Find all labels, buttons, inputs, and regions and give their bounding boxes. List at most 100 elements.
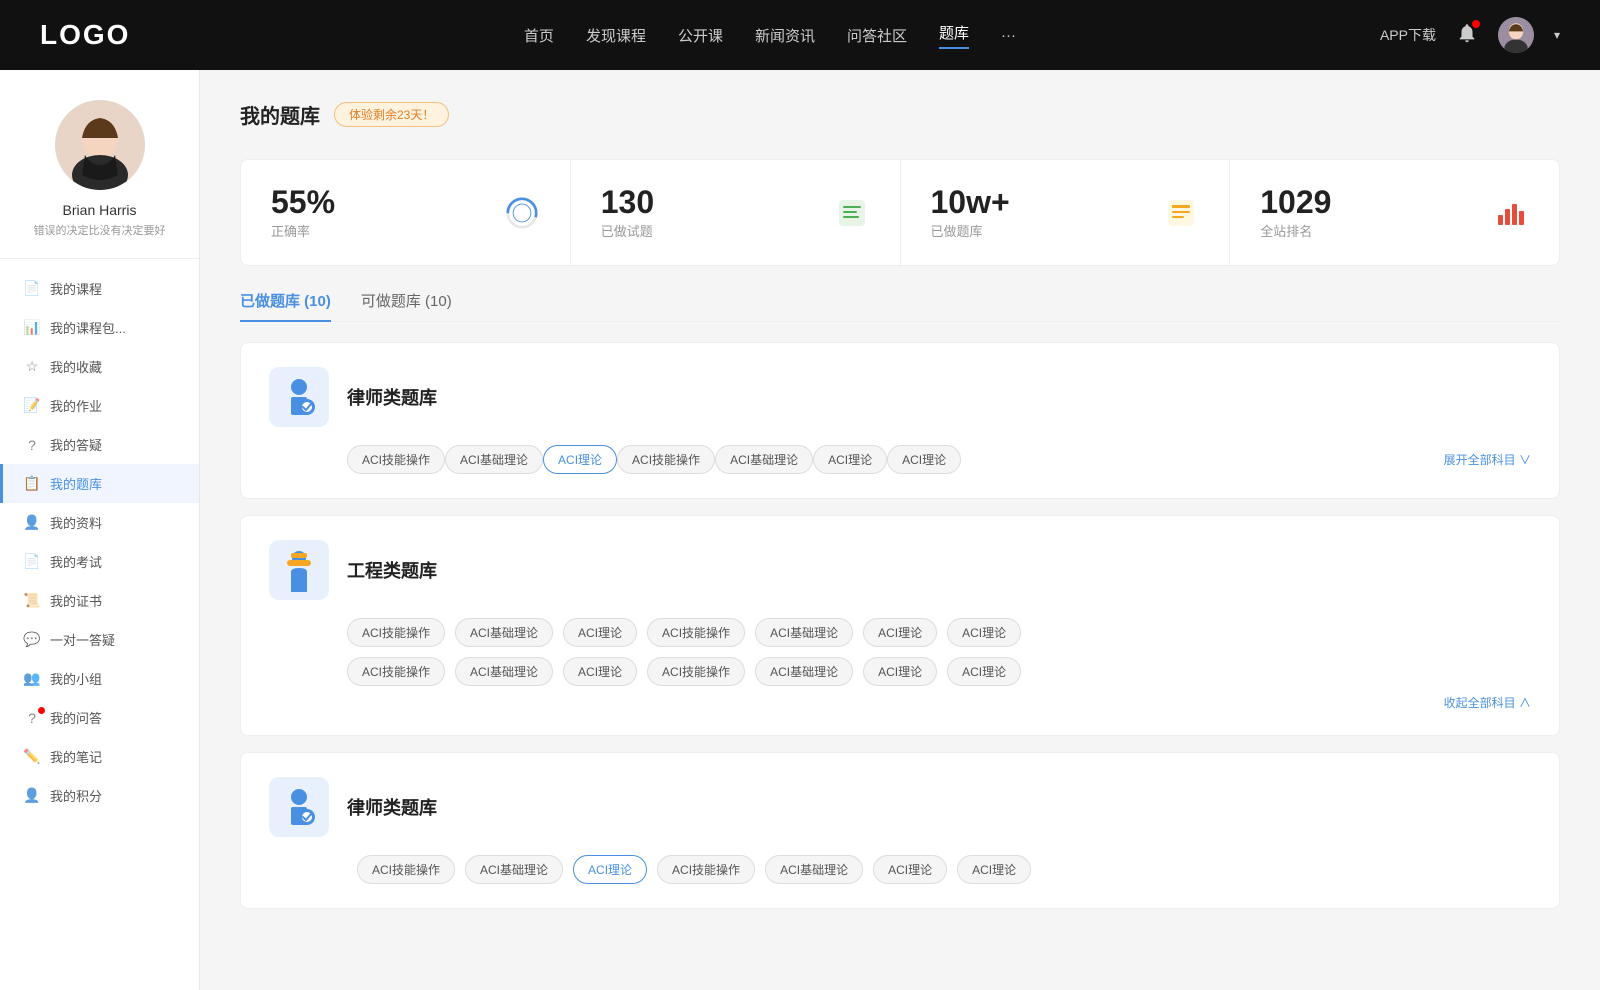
tag-4[interactable]: ACI基础理论: [715, 445, 813, 474]
eng-tag2-3[interactable]: ACI技能操作: [647, 657, 745, 686]
sidebar-profile: Brian Harris 错误的决定比没有决定要好: [0, 100, 199, 259]
packages-icon: 📊: [24, 320, 40, 336]
qbank-card-lawyer-1: 律师类题库 ACI技能操作 ACI基础理论 ACI理论 ACI技能操作 ACI基…: [240, 342, 1560, 499]
stat-accuracy-label: 正确率: [271, 224, 310, 239]
qbank-lawyer-1-tags-row: ACI技能操作 ACI基础理论 ACI理论 ACI技能操作 ACI基础理论 AC…: [269, 445, 1531, 474]
collapse-row: 收起全部科目 ∧: [269, 694, 1531, 711]
qbank-engineer-tags-row1: ACI技能操作 ACI基础理论 ACI理论 ACI技能操作 ACI基础理论 AC…: [347, 618, 1531, 647]
navbar: LOGO 首页 发现课程 公开课 新闻资讯 问答社区 题库 ··· APP下载 …: [0, 0, 1600, 70]
sidebar-label-packages: 我的课程包...: [50, 318, 126, 337]
sidebar-label-notes: 我的笔记: [50, 747, 102, 766]
accuracy-icon: [504, 195, 540, 231]
tag-2-active[interactable]: ACI理论: [543, 445, 617, 474]
nav-home[interactable]: 首页: [524, 25, 554, 46]
profile-name: Brian Harris: [63, 202, 137, 218]
user-avatar[interactable]: [1498, 17, 1534, 53]
profile-icon: 👤: [24, 515, 40, 531]
sidebar-label-courses: 我的课程: [50, 279, 102, 298]
sidebar-item-cert[interactable]: 📜 我的证书: [0, 581, 199, 620]
eng-tag-0[interactable]: ACI技能操作: [347, 618, 445, 647]
main-content: 我的题库 体验剩余23天！ 55% 正确率: [200, 70, 1600, 990]
user-menu-chevron[interactable]: ▾: [1554, 28, 1560, 42]
law2-tag-5[interactable]: ACI理论: [873, 855, 947, 884]
sidebar-item-group[interactable]: 👥 我的小组: [0, 659, 199, 698]
law2-tag-3[interactable]: ACI技能操作: [657, 855, 755, 884]
sidebar-item-myqa[interactable]: ? 我的问答: [0, 698, 199, 737]
eng-tag2-2[interactable]: ACI理论: [563, 657, 637, 686]
collapse-link[interactable]: 收起全部科目 ∧: [1444, 694, 1531, 711]
stat-done-banks: 10w+ 已做题库: [901, 160, 1231, 265]
homework-icon: 📝: [24, 398, 40, 414]
trial-badge: 体验剩余23天！: [334, 102, 449, 127]
sidebar-label-cert: 我的证书: [50, 591, 102, 610]
nav-discover[interactable]: 发现课程: [586, 25, 646, 46]
group-icon: 👥: [24, 671, 40, 687]
law2-tag-1[interactable]: ACI基础理论: [465, 855, 563, 884]
tag-6[interactable]: ACI理论: [887, 445, 961, 474]
tag-5[interactable]: ACI理论: [813, 445, 887, 474]
sidebar-item-profile[interactable]: 👤 我的资料: [0, 503, 199, 542]
tag-0[interactable]: ACI技能操作: [347, 445, 445, 474]
tab-available[interactable]: 可做题库 (10): [361, 290, 452, 321]
qbank-engineer-tags-row2: ACI技能操作 ACI基础理论 ACI理论 ACI技能操作 ACI基础理论 AC…: [347, 657, 1531, 686]
exam-icon: 📄: [24, 554, 40, 570]
law2-tag-6[interactable]: ACI理论: [957, 855, 1031, 884]
sidebar-label-quizbank: 我的题库: [50, 474, 102, 493]
sidebar-label-questions: 我的答疑: [50, 435, 102, 454]
stat-done-questions-value: 130: [601, 184, 654, 221]
stat-done-banks-value: 10w+: [931, 184, 1010, 221]
law2-tag-0[interactable]: ACI技能操作: [357, 855, 455, 884]
qbank-engineer-title: 工程类题库: [347, 557, 437, 583]
nav-news[interactable]: 新闻资讯: [755, 25, 815, 46]
stat-done-banks-label: 已做题库: [931, 224, 983, 239]
expand-all-link-1[interactable]: 展开全部科目 ∨: [1444, 451, 1531, 468]
app-download-link[interactable]: APP下载: [1380, 25, 1436, 45]
questions-icon: ?: [24, 437, 40, 453]
sidebar-label-favorites: 我的收藏: [50, 357, 102, 376]
nav-qa[interactable]: 问答社区: [847, 25, 907, 46]
nav-more[interactable]: ···: [1001, 27, 1016, 44]
sidebar-item-questions[interactable]: ? 我的答疑: [0, 425, 199, 464]
eng-tag-1[interactable]: ACI基础理论: [455, 618, 553, 647]
eng-tag-3[interactable]: ACI技能操作: [647, 618, 745, 647]
eng-tag-5[interactable]: ACI理论: [863, 618, 937, 647]
eng-tag2-1[interactable]: ACI基础理论: [455, 657, 553, 686]
sidebar-item-1on1[interactable]: 💬 一对一答疑: [0, 620, 199, 659]
sidebar-item-courses[interactable]: 📄 我的课程: [0, 269, 199, 308]
eng-tag2-6[interactable]: ACI理论: [947, 657, 1021, 686]
nav-quiz[interactable]: 题库: [939, 22, 969, 49]
law2-tag-2-active[interactable]: ACI理论: [573, 855, 647, 884]
eng-tag-4[interactable]: ACI基础理论: [755, 618, 853, 647]
eng-tag2-4[interactable]: ACI基础理论: [755, 657, 853, 686]
sidebar-item-favorites[interactable]: ☆ 我的收藏: [0, 347, 199, 386]
stats-row: 55% 正确率 130 已做试题: [240, 159, 1560, 266]
qbank-lawyer-2-title: 律师类题库: [347, 794, 437, 820]
sidebar-item-quizbank[interactable]: 📋 我的题库: [0, 464, 199, 503]
courses-icon: 📄: [24, 281, 40, 297]
sidebar-item-exam[interactable]: 📄 我的考试: [0, 542, 199, 581]
qbank-engineer-icon: [269, 540, 329, 600]
sidebar-item-notes[interactable]: ✏️ 我的笔记: [0, 737, 199, 776]
sidebar-item-homework[interactable]: 📝 我的作业: [0, 386, 199, 425]
sidebar-label-profile: 我的资料: [50, 513, 102, 532]
stat-done-questions-label: 已做试题: [601, 224, 653, 239]
sidebar-item-packages[interactable]: 📊 我的课程包...: [0, 308, 199, 347]
qbank-lawyer-2-tags-row: ACI技能操作 ACI基础理论 ACI理论 ACI技能操作 ACI基础理论 AC…: [269, 855, 1531, 884]
tabs: 已做题库 (10) 可做题库 (10): [240, 290, 1560, 322]
stat-accuracy: 55% 正确率: [241, 160, 571, 265]
sidebar-item-points[interactable]: 👤 我的积分: [0, 776, 199, 815]
notification-bell[interactable]: [1456, 22, 1478, 49]
tag-3[interactable]: ACI技能操作: [617, 445, 715, 474]
eng-tag2-5[interactable]: ACI理论: [863, 657, 937, 686]
stat-rank-label: 全站排名: [1260, 224, 1312, 239]
tag-1[interactable]: ACI基础理论: [445, 445, 543, 474]
eng-tag-6[interactable]: ACI理论: [947, 618, 1021, 647]
nav-open[interactable]: 公开课: [678, 25, 723, 46]
points-icon: 👤: [24, 788, 40, 804]
notification-dot: [1472, 20, 1480, 28]
tab-done[interactable]: 已做题库 (10): [240, 290, 331, 321]
eng-tag2-0[interactable]: ACI技能操作: [347, 657, 445, 686]
law2-tag-4[interactable]: ACI基础理论: [765, 855, 863, 884]
page-header: 我的题库 体验剩余23天！: [240, 100, 1560, 129]
eng-tag-2[interactable]: ACI理论: [563, 618, 637, 647]
